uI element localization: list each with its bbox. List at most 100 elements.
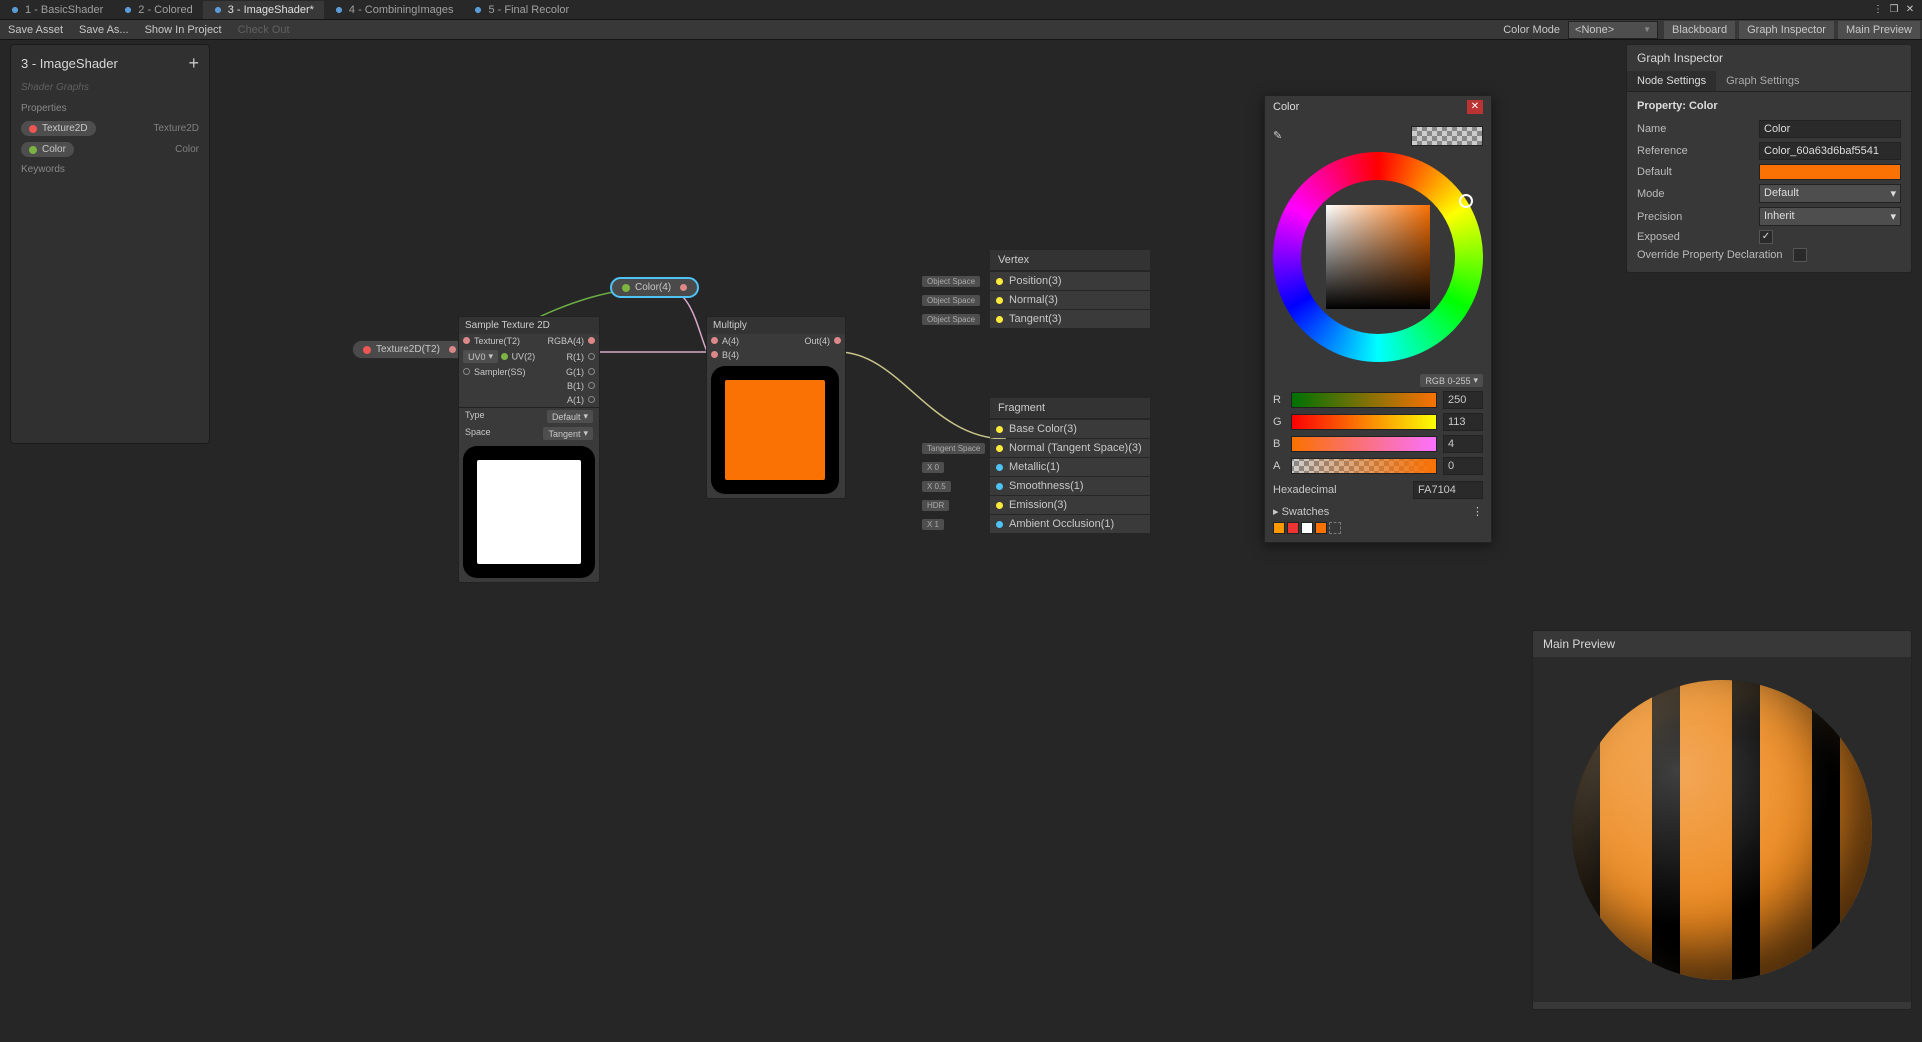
input-port[interactable]: [463, 337, 470, 344]
input-port[interactable]: [501, 353, 508, 360]
input-port[interactable]: [996, 445, 1003, 452]
port-label: Base Color(3): [1009, 423, 1077, 435]
r-value[interactable]: 250: [1443, 391, 1483, 409]
hex-value[interactable]: FA7104: [1413, 481, 1483, 499]
type-dropdown[interactable]: Default ▾: [547, 410, 593, 423]
default-color-field[interactable]: [1759, 164, 1901, 180]
input-port[interactable]: [996, 426, 1003, 433]
main-preview-toggle[interactable]: Main Preview: [1838, 21, 1920, 39]
swatch[interactable]: [1315, 522, 1327, 534]
properties-section-label: Properties: [11, 99, 209, 118]
port-label: Tangent(3): [1009, 313, 1062, 325]
input-port[interactable]: [996, 316, 1003, 323]
output-port[interactable]: [834, 337, 841, 344]
add-property-button[interactable]: +: [188, 53, 199, 74]
output-port[interactable]: [588, 337, 595, 344]
field-label: Reference: [1637, 145, 1753, 157]
b-slider[interactable]: [1291, 436, 1437, 452]
show-in-project-button[interactable]: Show In Project: [137, 21, 230, 39]
swatch[interactable]: [1287, 522, 1299, 534]
property-dot-icon: [622, 284, 630, 292]
exposed-checkbox[interactable]: ✓: [1759, 230, 1773, 244]
tab-label: 1 - BasicShader: [25, 4, 103, 16]
space-dropdown[interactable]: Tangent ▾: [543, 427, 593, 440]
window-title: Color: [1273, 101, 1299, 113]
node-texture2d-property[interactable]: Texture2D(T2): [352, 340, 467, 359]
close-button[interactable]: ✕: [1467, 100, 1483, 114]
swatches-menu-icon[interactable]: ⋮: [1472, 505, 1483, 518]
chevron-down-icon: ▾: [1890, 210, 1896, 223]
node-label: Texture2D(T2): [376, 344, 440, 355]
current-color-swatch[interactable]: [1411, 126, 1483, 146]
port-label: Normal(3): [1009, 294, 1058, 306]
input-port[interactable]: [996, 297, 1003, 304]
input-port[interactable]: [996, 483, 1003, 490]
g-value[interactable]: 113: [1443, 413, 1483, 431]
preview-viewport[interactable]: [1533, 657, 1911, 1002]
input-port[interactable]: [996, 464, 1003, 471]
color-mode-dropdown[interactable]: RGB 0-255 ▾: [1420, 374, 1483, 387]
window-menu-icon[interactable]: ⋮: [1872, 4, 1884, 16]
input-port[interactable]: [711, 337, 718, 344]
output-port[interactable]: [588, 382, 595, 389]
main-preview-panel: Main Preview: [1532, 630, 1912, 1010]
swatches-label[interactable]: Swatches: [1282, 506, 1330, 518]
tab-finalrecolor[interactable]: 5 - Final Recolor: [463, 1, 579, 19]
swatch[interactable]: [1301, 522, 1313, 534]
name-input[interactable]: [1759, 120, 1901, 138]
b-value[interactable]: 4: [1443, 435, 1483, 453]
override-checkbox[interactable]: [1793, 248, 1807, 262]
mode-dropdown[interactable]: Default▾: [1759, 184, 1901, 203]
tab-graph-settings[interactable]: Graph Settings: [1716, 71, 1809, 91]
output-port[interactable]: [680, 284, 687, 291]
output-port[interactable]: [588, 353, 595, 360]
swatch[interactable]: [1273, 522, 1285, 534]
field-label: Default: [1637, 166, 1753, 178]
window-close-icon[interactable]: ✕: [1904, 4, 1916, 16]
property-texture2d[interactable]: Texture2D Texture2D: [11, 118, 209, 139]
blackboard-toggle[interactable]: Blackboard: [1664, 21, 1735, 39]
add-swatch-button[interactable]: [1329, 522, 1341, 534]
output-port[interactable]: [588, 396, 595, 403]
color-mode-dropdown[interactable]: <None>▼: [1568, 21, 1658, 39]
save-as-button[interactable]: Save As...: [71, 21, 137, 39]
node-sample-texture-2d[interactable]: Sample Texture 2D Texture(T2)RGBA(4) UV0…: [458, 316, 600, 583]
tab-combining[interactable]: 4 - CombiningImages: [324, 1, 464, 19]
tab-colored[interactable]: 2 - Colored: [113, 1, 202, 19]
input-port[interactable]: [996, 502, 1003, 509]
input-port[interactable]: [996, 521, 1003, 528]
input-port[interactable]: [711, 351, 718, 358]
window-restore-icon[interactable]: ❐: [1888, 4, 1900, 16]
node-color-property[interactable]: Color(4): [610, 277, 699, 298]
output-port[interactable]: [449, 346, 456, 353]
node-title: Sample Texture 2D: [459, 317, 599, 334]
precision-dropdown[interactable]: Inherit▾: [1759, 207, 1901, 226]
graph-inspector-toggle[interactable]: Graph Inspector: [1739, 21, 1834, 39]
a-value[interactable]: 0: [1443, 457, 1483, 475]
port-label: Texture(T2): [474, 336, 520, 346]
tab-node-settings[interactable]: Node Settings: [1627, 71, 1716, 91]
uv-dropdown[interactable]: UV0 ▾: [463, 350, 498, 363]
input-port[interactable]: [996, 278, 1003, 285]
node-multiply[interactable]: Multiply A(4)Out(4) B(4): [706, 316, 846, 499]
tab-basicshader[interactable]: 1 - BasicShader: [0, 1, 113, 19]
hue-cursor[interactable]: [1459, 194, 1473, 208]
property-color[interactable]: Color Color: [11, 139, 209, 160]
port-label: Normal (Tangent Space)(3): [1009, 442, 1142, 454]
eyedropper-icon[interactable]: ✎: [1273, 129, 1287, 143]
node-fragment-master[interactable]: Fragment Base Color(3) Tangent SpaceNorm…: [990, 398, 1150, 534]
tab-imageshader[interactable]: 3 - ImageShader*: [203, 1, 324, 19]
g-slider[interactable]: [1291, 414, 1437, 430]
node-vertex-master[interactable]: Vertex Object SpacePosition(3) Object Sp…: [990, 250, 1150, 329]
input-port[interactable]: [463, 368, 470, 375]
hex-label: Hexadecimal: [1273, 484, 1337, 496]
r-slider[interactable]: [1291, 392, 1437, 408]
tab-label: 5 - Final Recolor: [488, 4, 569, 16]
a-slider[interactable]: [1291, 458, 1437, 474]
color-wheel[interactable]: [1273, 152, 1483, 362]
port-label: Sampler(SS): [474, 367, 526, 377]
save-asset-button[interactable]: Save Asset: [0, 21, 71, 39]
output-port[interactable]: [588, 368, 595, 375]
reference-input[interactable]: [1759, 142, 1901, 160]
node-preview: [459, 442, 599, 582]
